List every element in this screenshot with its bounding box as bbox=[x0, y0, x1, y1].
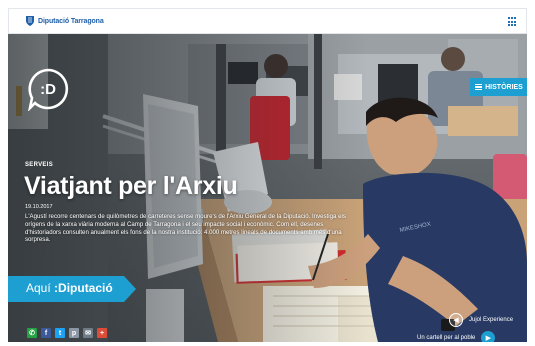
arrow-right-icon: ▶ bbox=[481, 331, 496, 342]
article-description: L'Agustí recorre centenars de quilòmetre… bbox=[25, 213, 346, 244]
brand-logo[interactable]: Diputació Tarragona bbox=[25, 15, 104, 27]
google-plus-icon[interactable]: + bbox=[97, 328, 107, 338]
logo-text: :D bbox=[40, 81, 56, 98]
share-bar: ✆ f t p ✉ + bbox=[27, 328, 111, 338]
histories-button-label: HISTÒRIES bbox=[485, 83, 523, 91]
prev-story-link[interactable]: ◀ Jujol Experience bbox=[449, 313, 513, 327]
aqui-diputacio-label[interactable]: Aquí :Diputació bbox=[26, 281, 113, 295]
article-category[interactable]: SERVEIS bbox=[25, 162, 53, 168]
histories-button[interactable]: HISTÒRIES bbox=[470, 78, 527, 96]
article-title[interactable]: Viatjant per l'Arxiu bbox=[24, 172, 238, 201]
pinterest-icon[interactable]: p bbox=[69, 328, 79, 338]
email-icon[interactable]: ✉ bbox=[83, 328, 93, 338]
arrow-left-icon: ◀ bbox=[449, 313, 463, 327]
diputacio-chat-logo-icon: :D bbox=[28, 68, 69, 111]
menu-lines-icon bbox=[475, 83, 483, 91]
next-story-label: Un cartell per al poble bbox=[417, 335, 476, 341]
prev-story-label: Jujol Experience bbox=[469, 317, 514, 323]
aqui-prefix: Aquí bbox=[26, 281, 51, 295]
diputacio-shield-icon bbox=[26, 16, 34, 26]
brand-name: Diputació Tarragona bbox=[38, 17, 104, 25]
next-story-link[interactable]: Un cartell per al poble ▶ bbox=[417, 331, 496, 342]
twitter-icon[interactable]: t bbox=[55, 328, 65, 338]
page: Diputació Tarragona MIKESHOX:D HISTÒRIE… bbox=[0, 0, 535, 346]
hero-banner: MIKESHOX :D HISTÒRIES SERVEIS Viatjant p… bbox=[8, 34, 527, 342]
aqui-brand: :Diputació bbox=[54, 281, 113, 295]
whatsapp-icon[interactable]: ✆ bbox=[27, 328, 37, 338]
facebook-icon[interactable]: f bbox=[41, 328, 51, 338]
site-header: Diputació Tarragona bbox=[8, 8, 527, 34]
article-date: 19.10.2017 bbox=[25, 204, 53, 210]
grid-menu-icon[interactable] bbox=[508, 17, 518, 27]
